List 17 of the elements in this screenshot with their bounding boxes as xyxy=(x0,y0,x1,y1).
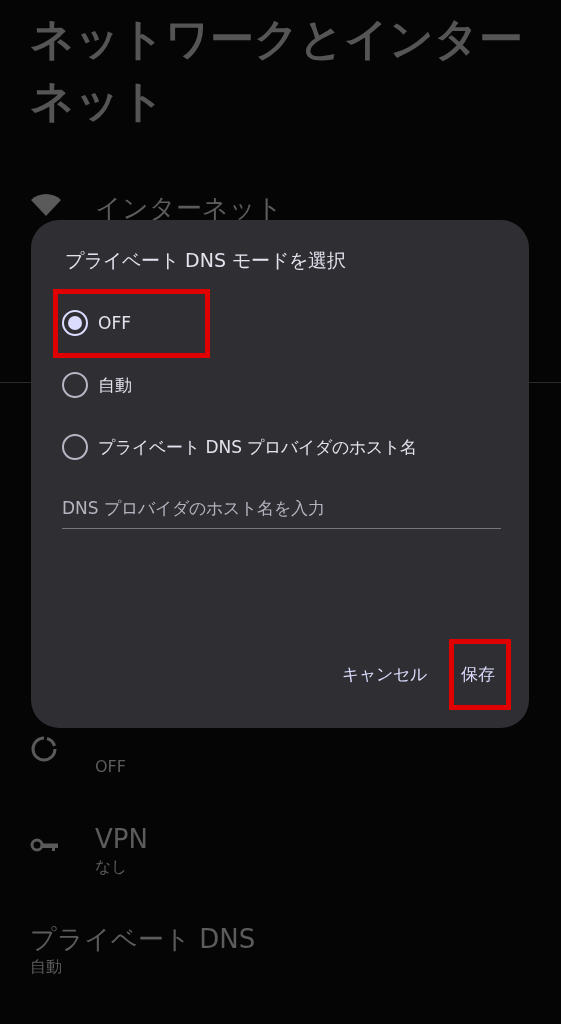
option-label[interactable]: プライベート DNS プロバイダのホスト名 xyxy=(98,435,418,459)
option-label[interactable]: OFF xyxy=(98,313,131,333)
setting-summary: OFF xyxy=(95,756,126,778)
option-label[interactable]: 自動 xyxy=(98,373,132,397)
radio-button[interactable] xyxy=(62,434,88,460)
setting-summary: なし xyxy=(95,856,128,878)
page-title: ネットワークとインターネット xyxy=(29,12,524,128)
key-icon xyxy=(30,837,60,853)
hostname-field[interactable]: DNS プロバイダのホスト名を入力 xyxy=(62,492,501,529)
dialog-title: プライベート DNS モードを選択 xyxy=(65,248,347,273)
dialog-button[interactable]: 保存 xyxy=(451,645,505,704)
setting-summary: 自動 xyxy=(30,956,63,978)
data-saver-icon xyxy=(30,735,58,763)
wifi-icon xyxy=(30,192,62,218)
dialog-button[interactable]: キャンセル xyxy=(332,645,437,704)
radio-button[interactable] xyxy=(62,372,88,398)
radio-button[interactable] xyxy=(62,310,88,336)
